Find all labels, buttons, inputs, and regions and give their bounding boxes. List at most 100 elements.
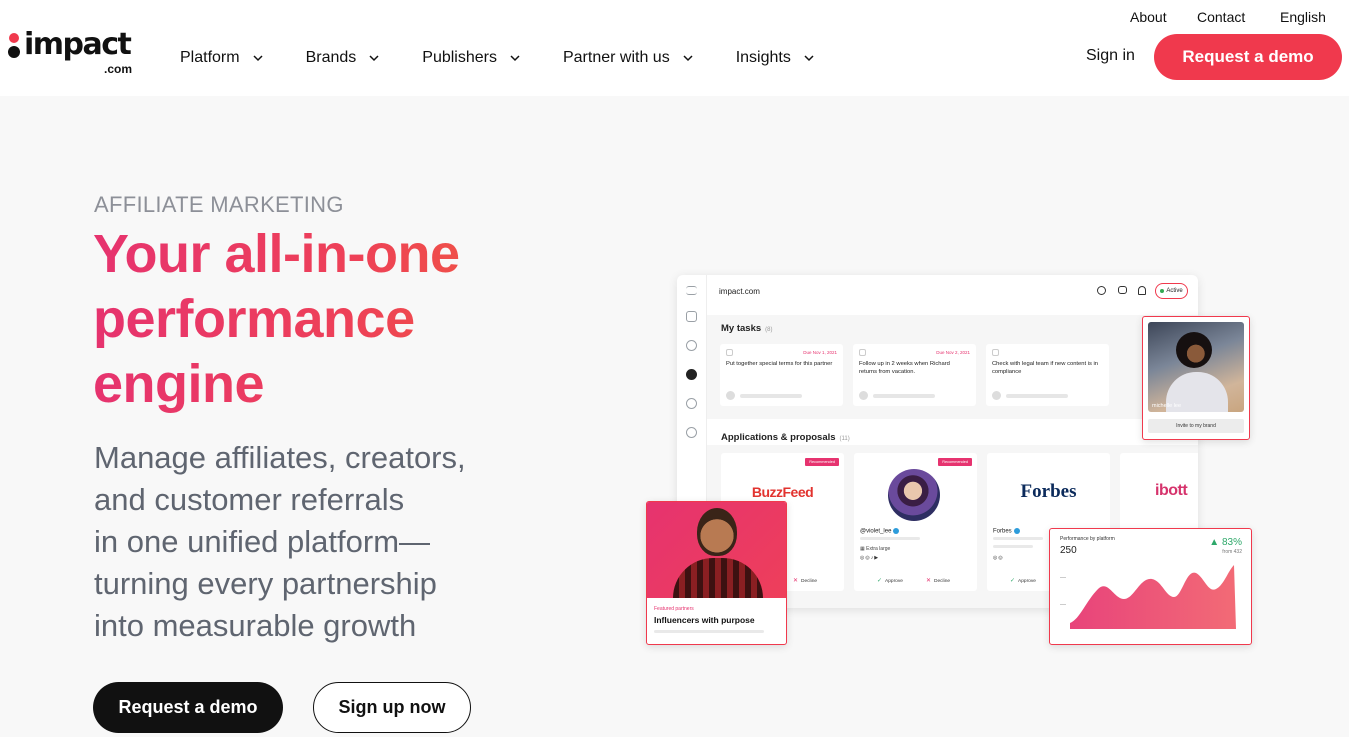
search-icon: [1097, 286, 1106, 295]
bell-icon: [1138, 286, 1146, 295]
chat-icon: [1118, 286, 1127, 294]
approve-label: Approve: [1018, 579, 1036, 584]
application-card: Recommended @violet_lee ▦ Extra large ◎◎…: [854, 453, 977, 591]
nav-label: Platform: [180, 49, 240, 66]
creator-size-text: Extra large: [866, 546, 891, 552]
avatar: [992, 391, 1001, 400]
verified-icon: [893, 528, 900, 534]
performance-from: from 432: [1222, 549, 1242, 555]
placeholder-bar: [993, 545, 1033, 548]
hero-eyebrow: AFFILIATE MARKETING: [94, 192, 344, 217]
chevron-down-icon: [804, 55, 814, 62]
status-dot-icon: [1160, 289, 1165, 293]
creator-handle: @violet_lee: [860, 528, 900, 535]
subhead-line: in one unified platform—: [94, 524, 431, 559]
hero-headline: Your all-in-one performance engine: [93, 222, 573, 417]
subhead-line: turning every partnership: [94, 566, 437, 601]
layout-icon: [686, 311, 697, 322]
avatar: [726, 391, 735, 400]
hero-sign-up-button[interactable]: Sign up now: [313, 682, 471, 733]
nav-label: Partner with us: [562, 49, 670, 66]
impact-logo[interactable]: impact .com: [8, 30, 138, 82]
forbes-logo: Forbes: [1020, 481, 1077, 502]
axis-tick: [1060, 604, 1066, 605]
task-due: Due Nov 1, 2021: [803, 350, 837, 355]
social-icons: ◎◎: [993, 555, 1004, 561]
avatar: [888, 469, 940, 521]
subhead-line: into measurable growth: [94, 608, 417, 643]
check-icon: ✓: [877, 578, 883, 584]
nav-insights[interactable]: Insights: [736, 46, 815, 70]
subhead-line: and customer referrals: [94, 482, 405, 517]
headline-line: performance: [93, 289, 415, 349]
close-icon: ✕: [926, 578, 932, 584]
task-text: Check with legal team if new content is …: [992, 361, 1099, 375]
partner-name: Forbes: [993, 528, 1020, 535]
sign-in-link[interactable]: Sign in: [1086, 47, 1135, 65]
performance-label: Performance by platform: [1060, 536, 1115, 542]
nav-label: Insights: [735, 49, 791, 66]
logo-suffix: .com: [104, 62, 133, 76]
invite-to-brand-button: Invite to my brand: [1148, 419, 1244, 433]
language-selector[interactable]: English: [1280, 9, 1326, 25]
decline-label: Decline: [801, 579, 818, 584]
nav-label: Brands: [305, 49, 357, 66]
nav-publishers[interactable]: Publishers: [422, 46, 521, 70]
axis-tick: [1060, 577, 1066, 578]
checkbox-icon: [859, 349, 866, 356]
featured-partners-card: Featured partners Influencers with purpo…: [646, 501, 787, 645]
creator-size: ▦ Extra large: [860, 546, 891, 552]
tasks-title: My tasks (8): [721, 323, 772, 334]
hero-request-demo-button[interactable]: Request a demo: [93, 682, 283, 733]
chevron-down-icon: [683, 55, 693, 62]
featured-title: Influencers with purpose: [654, 615, 755, 625]
creator-name: michelle lee: [1152, 403, 1182, 409]
dollar-icon: [686, 398, 697, 409]
task-card: Check with legal team if new content is …: [986, 344, 1109, 406]
site-header: impact .com Platform Brands Publishers P…: [0, 0, 1349, 96]
tasks-title-text: My tasks: [721, 323, 762, 334]
invite-creator-card: michelle lee Invite to my brand: [1142, 316, 1250, 440]
task-text: Put together special terms for this part…: [726, 361, 833, 367]
featured-label: Featured partners: [654, 606, 694, 612]
menu-icon: [686, 286, 697, 295]
recommended-badge: Recommended: [805, 458, 839, 466]
applications-title-text: Applications & proposals: [721, 432, 836, 443]
placeholder-bar: [740, 394, 802, 398]
chevron-down-icon: [253, 55, 263, 62]
chevron-down-icon: [510, 55, 520, 62]
approve-action: ✓ Approve: [877, 577, 903, 584]
people-icon: [686, 340, 697, 351]
check-icon: ✓: [1010, 578, 1016, 584]
partner-name-text: Forbes: [993, 528, 1012, 535]
status-label: Active: [1166, 288, 1183, 294]
status-badge: Active: [1155, 283, 1188, 299]
about-link[interactable]: About: [1130, 9, 1167, 25]
partner-photo: [647, 502, 786, 598]
header-request-demo-button[interactable]: Request a demo: [1154, 34, 1342, 80]
checkbox-icon: [726, 349, 733, 356]
avatar: [859, 391, 868, 400]
placeholder-bar: [860, 537, 920, 540]
dashboard-brand: impact.com: [719, 287, 760, 296]
task-text: Follow up in 2 weeks when Richard return…: [859, 361, 950, 375]
main-nav: Platform Brands Publishers Partner with …: [180, 46, 815, 70]
task-due: Due Nov 2, 2021: [936, 350, 970, 355]
decline-action: ✕ Decline: [793, 577, 817, 584]
decline-label: Decline: [934, 579, 951, 584]
nav-label: Publishers: [422, 49, 497, 66]
recommended-badge: Recommended: [938, 458, 972, 466]
nav-brands[interactable]: Brands: [306, 46, 381, 70]
social-icons: ◎◎♪▶: [860, 555, 880, 561]
headline-line: engine: [93, 354, 265, 414]
task-card: Due Nov 2, 2021 Follow up in 2 weeks whe…: [853, 344, 976, 406]
contact-link[interactable]: Contact: [1197, 9, 1245, 25]
checkbox-icon: [992, 349, 999, 356]
nav-partner-with-us[interactable]: Partner with us: [563, 46, 694, 70]
performance-change: ▲ 83%: [1209, 537, 1242, 548]
nav-platform[interactable]: Platform: [180, 46, 264, 70]
decline-action: ✕ Decline: [926, 577, 950, 584]
headline-line: Your all-in-one: [93, 224, 460, 284]
logo-mark-icon: [8, 33, 20, 67]
placeholder-bar: [873, 394, 935, 398]
